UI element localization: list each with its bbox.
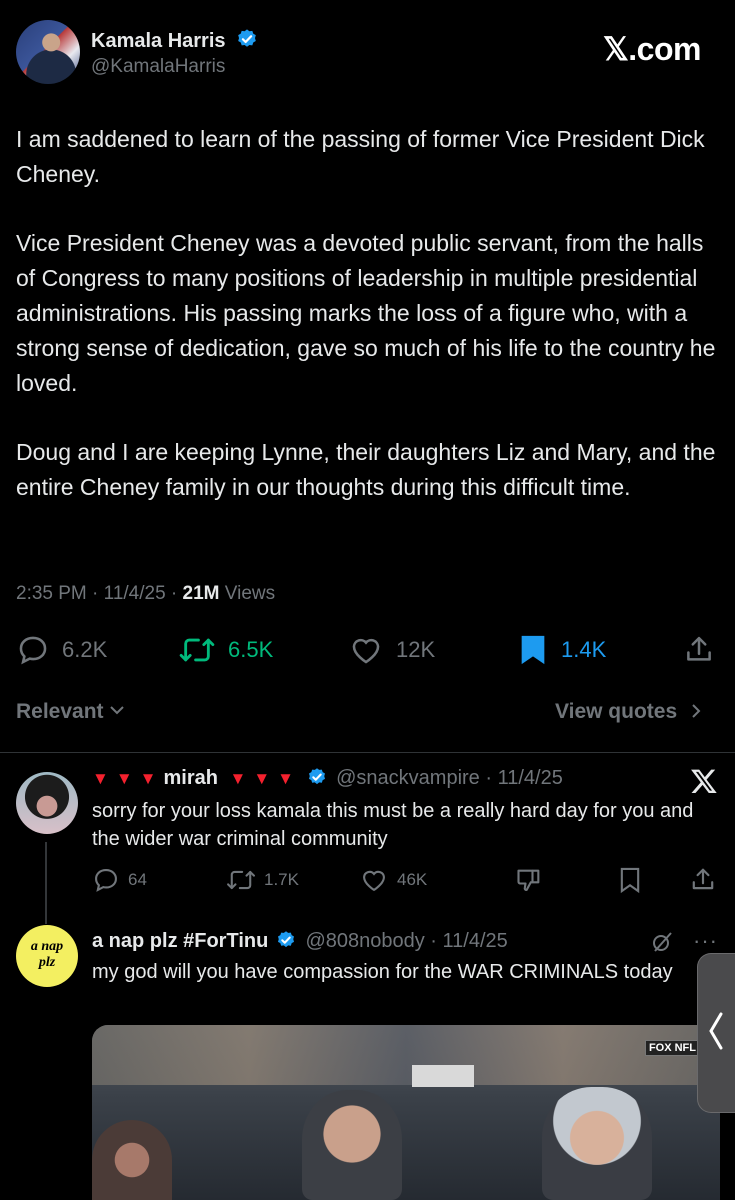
post-paragraph: I am saddened to learn of the passing of… xyxy=(16,126,705,187)
verified-badge-icon xyxy=(238,29,256,47)
x-com-watermark: 𝕏.com xyxy=(603,31,701,67)
like-button[interactable]: 12K xyxy=(348,633,435,667)
grok-icon[interactable] xyxy=(650,930,674,954)
reply-header: ▼ ▼ ▼ mirah ▼ ▼ ▼ @snackvampire · 11/4/25 xyxy=(92,767,563,790)
reply-button[interactable]: 6.2K xyxy=(16,633,107,667)
reply-repost-button[interactable]: 1.7K xyxy=(226,866,299,894)
author-name-row[interactable]: Kamala Harris xyxy=(91,28,258,53)
repost-icon xyxy=(227,870,255,890)
side-panel-handle[interactable] xyxy=(697,953,735,1113)
reply-repost-count: 1.7K xyxy=(264,870,299,889)
reply-dislike-button[interactable] xyxy=(515,866,551,894)
post-date[interactable]: 11/4/25 xyxy=(104,583,166,604)
fox-nfl-logo: FOX NFL xyxy=(644,1040,700,1056)
reply-like-button[interactable]: 46K xyxy=(359,866,427,894)
bookmark-button[interactable]: 1.4K xyxy=(517,633,606,667)
red-triangle-emoji: ▼ xyxy=(277,769,294,788)
reply-author-name[interactable]: mirah xyxy=(163,767,217,789)
more-options-icon[interactable]: ··· xyxy=(693,928,718,954)
red-triangle-emoji: ▼ xyxy=(92,769,109,788)
red-triangle-emoji: ▼ xyxy=(253,769,271,788)
author-avatar[interactable] xyxy=(16,20,80,84)
repost-count: 6.5K xyxy=(228,637,274,662)
share-icon xyxy=(692,868,714,890)
media-person xyxy=(92,1120,172,1200)
chevron-down-icon xyxy=(110,706,125,715)
author-name[interactable]: Kamala Harris xyxy=(91,30,226,52)
verified-badge-icon xyxy=(308,768,325,785)
meta-separator: · xyxy=(479,767,498,789)
reply-date[interactable]: 11/4/25 xyxy=(443,930,508,952)
sort-dropdown[interactable]: Relevant xyxy=(16,700,125,724)
media-crowd xyxy=(92,1025,720,1085)
reply-handle[interactable]: @808nobody xyxy=(305,930,424,952)
reply-share-button[interactable] xyxy=(690,866,724,894)
reply-like-count: 46K xyxy=(397,870,428,889)
red-triangle-emoji: ▼ xyxy=(139,769,157,788)
reply-reply-count: 64 xyxy=(128,870,147,889)
reply-avatar[interactable]: a nap plz xyxy=(16,925,78,987)
red-triangle-emoji: ▼ xyxy=(115,769,133,788)
thumbs-down-icon xyxy=(517,869,540,892)
reply-bookmark-button[interactable] xyxy=(617,866,651,894)
media-sign xyxy=(412,1065,474,1087)
chevron-left-icon xyxy=(709,1012,723,1050)
bookmark-icon xyxy=(620,867,640,894)
media-person xyxy=(302,1090,402,1200)
post-metadata: 2:35 PM · 11/4/25 · 21M Views xyxy=(16,583,275,605)
post-paragraph: Doug and I are keeping Lynne, their daug… xyxy=(16,439,716,500)
meta-separator: · xyxy=(92,583,104,604)
author-handle[interactable]: @KamalaHarris xyxy=(91,56,225,78)
reply-avatar[interactable] xyxy=(16,772,78,834)
reply-text: sorry for your loss kamala this must be … xyxy=(92,800,694,850)
repost-icon xyxy=(179,638,215,662)
verified-badge-icon xyxy=(277,931,294,948)
meta-separator: · xyxy=(424,930,443,952)
media-person xyxy=(542,1087,652,1200)
heart-icon xyxy=(352,638,380,664)
reply-reply-button[interactable]: 64 xyxy=(92,866,147,894)
reply-count: 6.2K xyxy=(62,637,108,662)
view-quotes-label: View quotes xyxy=(555,700,678,723)
reply-text: my god will you have compassion for the … xyxy=(92,961,673,983)
avatar-text: a nap xyxy=(30,939,64,954)
red-triangle-emoji: ▼ xyxy=(229,769,247,788)
share-icon xyxy=(687,636,711,661)
bookmark-filled-icon xyxy=(521,635,545,665)
reply-icon xyxy=(19,636,47,665)
reply-header: a nap plz #ForTinu @808nobody · 11/4/25 xyxy=(92,930,508,953)
reply-handle[interactable]: @snackvampire xyxy=(336,767,480,789)
avatar-text: plz xyxy=(38,955,56,970)
chevron-right-icon xyxy=(692,704,701,718)
like-count: 12K xyxy=(396,637,436,662)
reply-author-name[interactable]: a nap plz #ForTinu xyxy=(92,930,268,952)
thread-connector xyxy=(45,842,47,924)
x-logo-icon xyxy=(691,769,717,794)
reply-icon xyxy=(95,869,117,892)
heart-icon xyxy=(363,870,385,892)
meta-separator: · xyxy=(170,583,183,604)
bookmark-count: 1.4K xyxy=(561,637,607,662)
share-button[interactable] xyxy=(684,633,726,667)
reply-media-image[interactable]: FOX NFL xyxy=(92,1025,720,1200)
post-time[interactable]: 2:35 PM xyxy=(16,583,87,604)
sort-label: Relevant xyxy=(16,700,104,723)
reply-date[interactable]: 11/4/25 xyxy=(498,767,563,789)
views-count: 21M xyxy=(182,583,220,604)
view-quotes-link[interactable]: View quotes xyxy=(555,700,703,724)
post-text: I am saddened to learn of the passing of… xyxy=(16,122,721,539)
views-label: Views xyxy=(224,583,276,604)
repost-button[interactable]: 6.5K xyxy=(178,633,273,667)
post-paragraph: Vice President Cheney was a devoted publ… xyxy=(16,230,716,396)
divider xyxy=(0,752,735,753)
